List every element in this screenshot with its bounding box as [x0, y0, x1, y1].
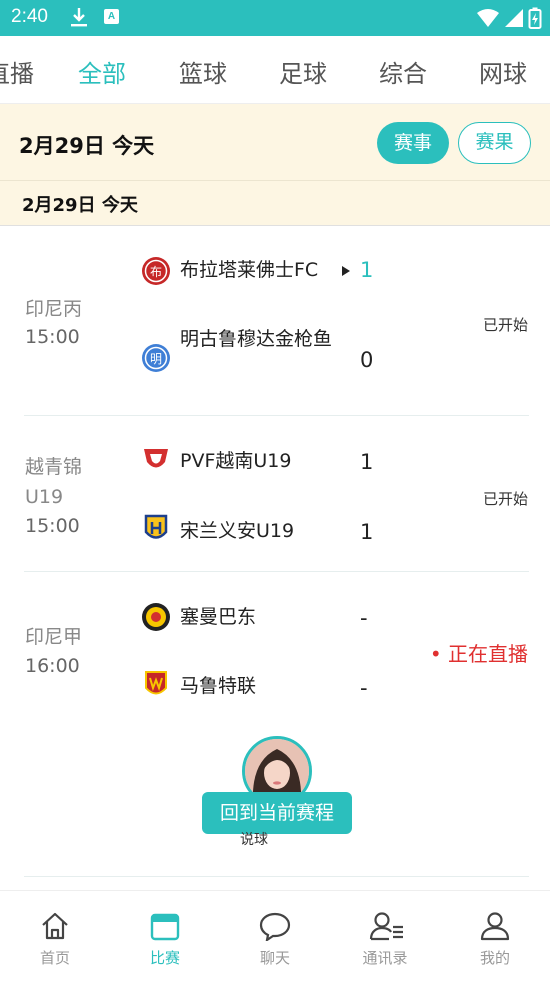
sport-tabs: 直播 全部 篮球 足球 综合 网球 — [0, 36, 550, 104]
home-score: 1 — [360, 450, 374, 474]
bottom-nav: 首页 比赛 聊天 通讯录 我的 — [0, 890, 550, 983]
away-team-name: 明古鲁穆达金枪鱼 — [180, 328, 333, 350]
nav-home[interactable]: 首页 — [0, 891, 110, 983]
status-time: 2:40 — [11, 6, 48, 27]
status-bar: 2:40 A — [0, 0, 550, 36]
nav-chat-label: 聊天 — [259, 949, 290, 967]
tab-comprehensive[interactable]: 综合 — [379, 54, 427, 89]
away-team-name: 马鲁特联 — [180, 675, 257, 697]
league-name: 印尼丙 — [25, 298, 83, 320]
divider — [24, 876, 529, 877]
team-logo-icon — [145, 671, 167, 695]
away-team-name: 宋兰义安U19 — [180, 520, 295, 542]
match-time: 16:00 — [25, 655, 80, 677]
match-status: 已开始 — [482, 490, 528, 508]
date-label: 2月29日 今天 — [19, 134, 155, 158]
home-team-name: 塞曼巴东 — [180, 606, 257, 628]
battery-icon — [528, 7, 542, 29]
team-logo-icon — [142, 603, 170, 631]
user-icon — [480, 912, 510, 941]
chat-bubble-icon — [259, 912, 291, 941]
match-status: 已开始 — [482, 316, 528, 334]
team-logo-icon: 明 — [142, 344, 170, 372]
section-date-label: 2月29日 今天 — [22, 195, 138, 216]
results-button[interactable]: 赛果 — [458, 122, 531, 164]
section-date-header: 2月29日 今天 — [0, 180, 550, 226]
nav-me-label: 我的 — [479, 949, 510, 967]
match-row[interactable]: 印尼丙 15:00 布 布拉塔莱佛士FC 1 明 明古鲁穆达金枪鱼 0 已开始 — [0, 226, 550, 416]
league-name: 越青锦U19 — [25, 456, 83, 508]
nav-contacts-label: 通讯录 — [362, 949, 408, 967]
nav-matches-label: 比赛 — [149, 949, 180, 967]
signal-icon — [505, 9, 523, 27]
schedule-button[interactable]: 赛事 — [377, 122, 449, 164]
match-row[interactable]: 越青锦U19 15:00 PVF越南U19 1 宋兰义安U19 1 已开始 — [0, 416, 550, 572]
tab-all[interactable]: 全部 — [78, 54, 126, 89]
home-icon — [42, 912, 68, 940]
nav-me[interactable]: 我的 — [440, 891, 550, 983]
svg-text:布: 布 — [150, 265, 162, 279]
team-logo-icon — [144, 514, 168, 539]
live-status: • 正在直播 — [429, 642, 528, 666]
league-name: 印尼甲 — [25, 626, 83, 648]
back-to-current-button[interactable]: 回到当前赛程 — [202, 792, 352, 834]
nav-home-label: 首页 — [39, 949, 70, 967]
tab-basketball[interactable]: 篮球 — [179, 54, 227, 89]
nav-chat[interactable]: 聊天 — [220, 891, 330, 983]
contacts-icon — [369, 912, 403, 941]
match-time: 15:00 — [25, 326, 80, 348]
avatar-caption: 说球 — [240, 832, 268, 848]
home-team-name: 布拉塔莱佛士FC — [180, 259, 319, 281]
calendar-icon — [150, 913, 180, 941]
nav-matches[interactable]: 比赛 — [110, 891, 220, 983]
app-notification-icon: A — [104, 9, 119, 24]
tab-live[interactable]: 直播 — [0, 54, 34, 89]
live-status-label: 正在直播 — [448, 642, 528, 666]
match-time: 15:00 — [25, 515, 80, 537]
tab-tennis[interactable]: 网球 — [479, 54, 527, 89]
away-score: 1 — [360, 520, 374, 544]
download-icon — [71, 8, 87, 27]
away-score: - — [360, 676, 368, 700]
tab-football[interactable]: 足球 — [279, 54, 327, 89]
team-logo-icon — [144, 449, 168, 468]
nav-contacts[interactable]: 通讯录 — [330, 891, 440, 983]
play-arrow-icon — [342, 266, 350, 276]
home-team-name: PVF越南U19 — [180, 450, 292, 472]
svg-text:明: 明 — [150, 352, 162, 366]
wifi-icon — [477, 9, 499, 27]
team-logo-icon: 布 — [142, 257, 170, 285]
home-score: - — [360, 606, 368, 630]
away-score: 0 — [360, 348, 374, 372]
home-score: 1 — [360, 258, 374, 282]
